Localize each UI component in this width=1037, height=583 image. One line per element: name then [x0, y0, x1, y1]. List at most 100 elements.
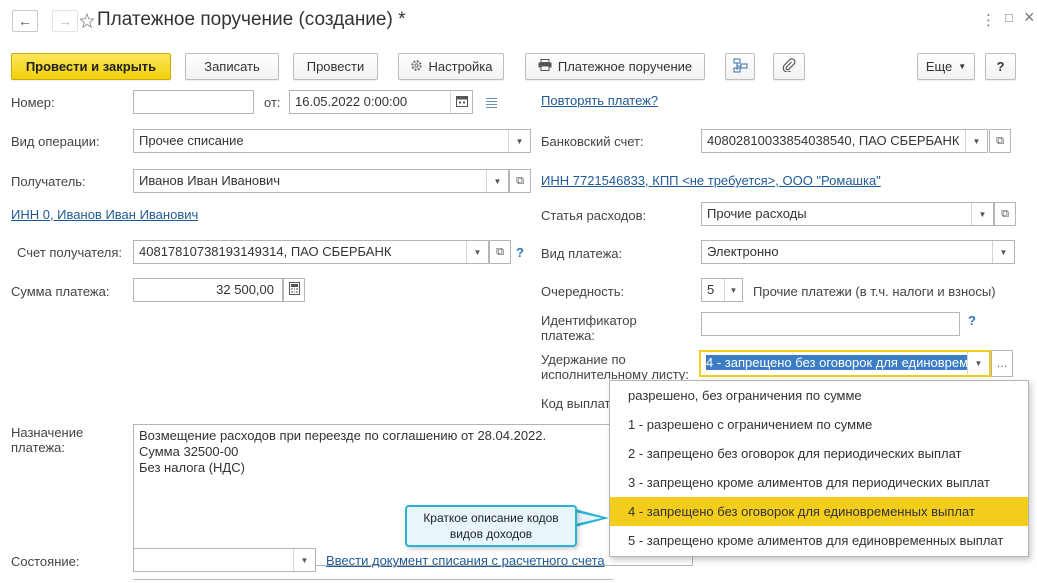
dropdown-option[interactable]: 1 - разрешено с ограничением по сумме — [610, 410, 1028, 439]
date-value: 16.05.2022 0:00:00 — [295, 94, 408, 109]
payment-purpose-line: Без налога (НДС) — [139, 460, 245, 475]
recipient-account-select[interactable]: 40817810738193149314, ПАО СБЕРБАНК ▼ — [133, 240, 489, 264]
expense-dropdown-button[interactable]: ▼ — [971, 203, 993, 225]
recipient-select[interactable]: Иванов Иван Иванович ▼ — [133, 169, 509, 193]
open-icon: ⧉ — [496, 245, 504, 258]
calculator-button[interactable] — [283, 278, 305, 302]
date-input[interactable]: 16.05.2022 0:00:00 — [289, 90, 473, 114]
operation-type-label: Вид операции: — [11, 134, 100, 149]
bank-account-open-button[interactable]: ⧉ — [989, 129, 1011, 153]
calendar-icon — [455, 95, 468, 109]
payment-identifier-label-line2: платежа: — [541, 328, 595, 343]
settings-label: Настройка — [428, 59, 493, 74]
operation-dropdown-button[interactable]: ▼ — [508, 130, 530, 152]
forward-button[interactable]: → — [52, 10, 78, 32]
recipient-account-value: 40817810738193149314, ПАО СБЕРБАНК — [139, 244, 392, 259]
repeat-payment-link[interactable]: Повторять платеж? — [541, 93, 658, 108]
expense-item-select[interactable]: Прочие расходы ▼ — [701, 202, 994, 226]
state-select[interactable]: ▼ — [133, 548, 316, 572]
amount-label: Сумма платежа: — [11, 284, 110, 299]
withholding-label-line1: Удержание по — [541, 352, 626, 367]
recipient-account-open-button[interactable]: ⧉ — [489, 240, 511, 264]
attachments-button[interactable] — [773, 53, 805, 80]
help-button[interactable]: ? — [985, 53, 1016, 80]
payment-type-value: Электронно — [707, 244, 779, 259]
priority-dropdown-button[interactable]: ▼ — [724, 279, 742, 301]
withholding-select[interactable]: 4 - запрещено без оговорок для единоврем… — [699, 350, 991, 377]
chevron-down-icon: ▼ — [515, 136, 524, 146]
maximize-icon[interactable]: □ — [1005, 10, 1013, 25]
arrow-left-icon: ← — [18, 13, 32, 29]
printer-icon — [538, 59, 552, 74]
save-button[interactable]: Записать — [185, 53, 279, 80]
recipient-value: Иванов Иван Иванович — [139, 173, 281, 188]
chevron-down-icon: ▼ — [972, 136, 981, 146]
chevron-down-icon: ▼ — [999, 247, 1008, 257]
expense-open-button[interactable]: ⧉ — [994, 202, 1016, 226]
payment-purpose-label: Назначение платежа: — [11, 425, 83, 455]
more-button[interactable]: Еще ▼ — [917, 53, 975, 80]
state-label: Состояние: — [11, 554, 80, 569]
payment-type-dropdown-button[interactable]: ▼ — [992, 241, 1014, 263]
gear-icon — [410, 59, 423, 75]
recipient-inn-link[interactable]: ИНН 0, Иванов Иван Иванович — [11, 207, 198, 222]
dropdown-option[interactable]: разрешено, без ограничения по сумме — [610, 381, 1028, 410]
dropdown-option[interactable]: 2 - запрещено без оговорок для периодиче… — [610, 439, 1028, 468]
more-actions-icon[interactable]: ⋮ — [981, 11, 996, 29]
priority-description: Прочие платежи (в т.ч. налоги и взносы) — [753, 284, 996, 299]
dropdown-option[interactable]: 3 - запрещено кроме алиментов для период… — [610, 468, 1028, 497]
state-dropdown-button[interactable]: ▼ — [293, 549, 315, 571]
post-button[interactable]: Провести — [293, 53, 378, 80]
dropdown-option-selected[interactable]: 4 - запрещено без оговорок для единоврем… — [610, 497, 1028, 526]
ellipsis-icon: … — [996, 357, 1008, 370]
operation-type-value: Прочее списание — [139, 133, 244, 148]
expense-item-value: Прочие расходы — [707, 206, 807, 221]
settings-button[interactable]: Настройка — [398, 53, 504, 80]
chevron-down-icon: ▼ — [729, 285, 738, 295]
open-icon: ⧉ — [516, 174, 524, 187]
back-button[interactable]: ← — [12, 10, 38, 32]
payment-type-select[interactable]: Электронно ▼ — [701, 240, 1015, 264]
identifier-help-icon[interactable]: ? — [968, 313, 976, 328]
priority-select[interactable]: 5 ▼ — [701, 278, 743, 302]
structure-button[interactable] — [725, 53, 755, 80]
expense-item-label: Статья расходов: — [541, 208, 647, 223]
payment-purpose-label-line2: платежа: — [11, 440, 65, 455]
chevron-down-icon: ▼ — [493, 176, 502, 186]
bank-account-value: 40802810033854038540, ПАО СБЕРБАНК — [707, 133, 960, 148]
amount-input[interactable]: 32 500,00 — [133, 278, 283, 302]
recipient-account-dropdown-button[interactable]: ▼ — [466, 241, 488, 263]
bank-account-select[interactable]: 40802810033854038540, ПАО СБЕРБАНК ▼ — [701, 129, 988, 153]
dropdown-option[interactable]: 5 - запрещено кроме алиментов для единов… — [610, 526, 1028, 555]
bank-account-dropdown-button[interactable]: ▼ — [965, 130, 987, 152]
annotation-callout: Краткое описание кодов видов доходов — [405, 505, 577, 547]
paperclip-icon — [782, 58, 796, 75]
payment-identifier-input[interactable] — [701, 312, 960, 336]
writeoff-document-link[interactable]: Ввести документ списания с расчетного сч… — [326, 553, 605, 568]
open-icon: ⧉ — [1001, 207, 1009, 220]
next-field-edge — [133, 579, 613, 583]
more-label: Еще — [925, 59, 953, 74]
withholding-value: 4 - запрещено без оговорок для единоврем… — [706, 355, 989, 370]
recipient-dropdown-button[interactable]: ▼ — [486, 170, 508, 192]
post-and-close-button[interactable]: Провести и закрыть — [11, 53, 171, 80]
number-input[interactable] — [133, 90, 254, 114]
calendar-button[interactable] — [450, 91, 472, 113]
chevron-down-icon: ▼ — [974, 359, 983, 368]
recipient-account-label: Счет получателя: — [17, 245, 123, 260]
recipient-open-button[interactable]: ⧉ — [509, 169, 531, 193]
date-from-label: от: — [264, 95, 281, 110]
chevron-down-icon: ▼ — [978, 209, 987, 219]
print-payment-order-button[interactable]: Платежное поручение — [525, 53, 705, 80]
withholding-select-button[interactable]: … — [991, 350, 1013, 377]
operation-type-select[interactable]: Прочее списание ▼ — [133, 129, 531, 153]
recipient-account-help-icon[interactable]: ? — [516, 245, 524, 260]
payment-purpose-label-line1: Назначение — [11, 425, 84, 440]
structure-icon — [733, 58, 748, 76]
withholding-dropdown-button[interactable]: ▼ — [967, 352, 989, 375]
page-title: Платежное поручение (создание) * — [97, 9, 406, 30]
list-icon[interactable] — [485, 96, 498, 111]
star-icon[interactable] — [78, 12, 96, 29]
organization-inn-link[interactable]: ИНН 7721546833, КПП <не требуется>, ООО … — [541, 173, 881, 188]
close-icon[interactable]: × — [1024, 7, 1035, 28]
